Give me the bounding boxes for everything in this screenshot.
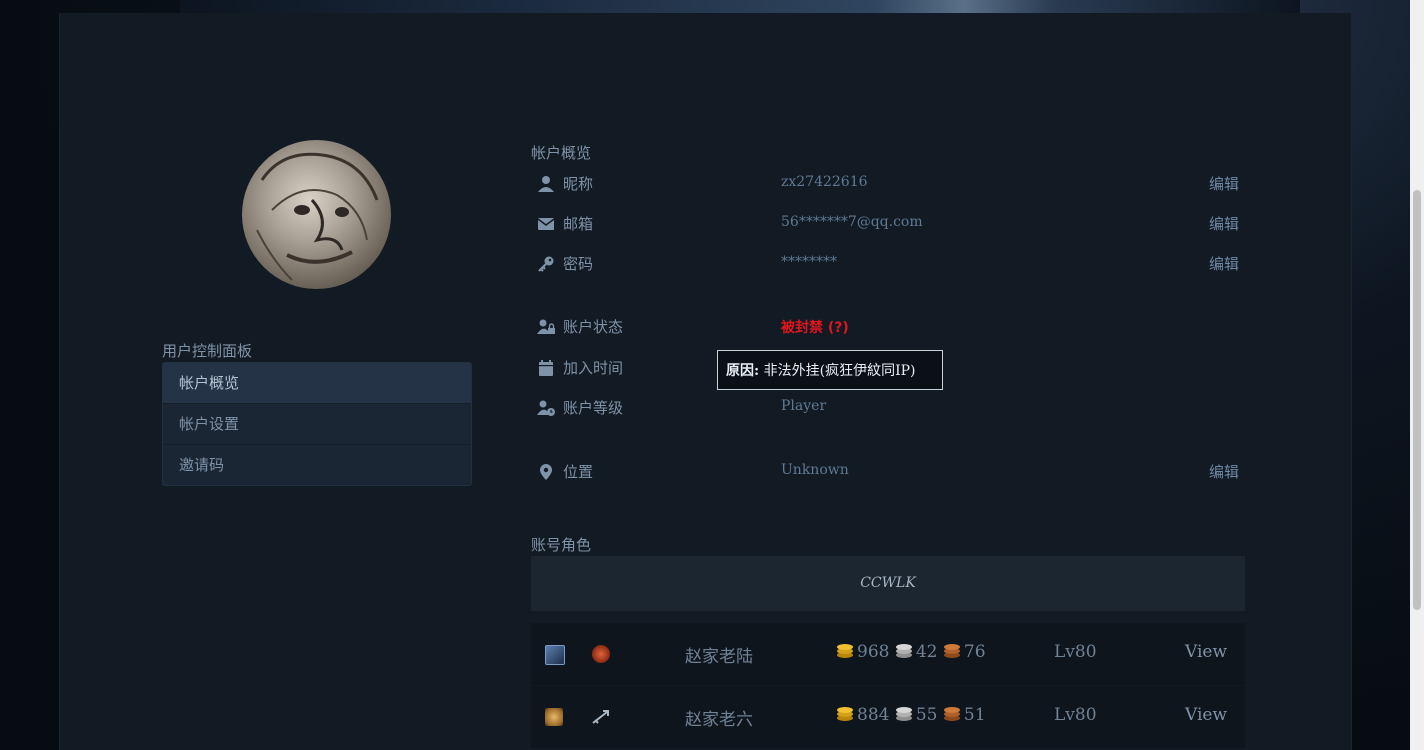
realm-header: CCWLK [531,556,1245,611]
silver-amount: 55 [915,705,938,725]
avatar [242,140,391,289]
character-money: 884 55 51 [836,705,986,725]
nickname-label: 昵称 [563,175,594,193]
silver-coin-icon [895,644,912,658]
silver-coin-icon [895,707,912,721]
copper-amount: 76 [963,642,986,662]
character-name: 赵家老陆 [685,647,753,667]
account-status-row: 账户状态 被封禁 (?) [537,315,1247,339]
ban-reason-tooltip: 原因: 非法外挂(疯狂伊紋同IP) [717,350,943,390]
character-name: 赵家老六 [685,710,753,730]
location-row: 位置 Unknown 编辑 [537,460,1247,484]
account-status-value[interactable]: 被封禁 (?) [781,317,849,337]
calendar-icon [537,359,555,377]
user-clock-icon [537,399,555,417]
view-character-link[interactable]: View [1185,705,1227,725]
shaman-icon [592,645,610,663]
account-status-label: 账户状态 [563,318,624,336]
edit-password-link[interactable]: 编辑 [1209,253,1239,274]
characters-title: 账号角色 [531,536,592,554]
email-row: 邮箱 56*******7@qq.com 编辑 [537,212,1247,236]
location-value: Unknown [781,462,849,478]
user-icon [537,175,555,193]
account-level-row: 账户等级 Player [537,396,1247,420]
character-money: 968 42 76 [836,642,986,662]
background-art [180,0,1300,14]
password-row: 密码 ******** 编辑 [537,252,1247,276]
sidebar-title: 用户控制面板 [162,342,253,360]
nickname-row: 昵称 zx27422616 编辑 [537,172,1247,196]
edit-nickname-link[interactable]: 编辑 [1209,173,1239,194]
key-icon [537,255,555,273]
sidebar-menu: 帐户概览 帐户设置 邀请码 [162,362,472,486]
join-time-label: 加入时间 [563,359,624,377]
edit-email-link[interactable]: 编辑 [1209,213,1239,234]
character-row: 赵家老六 884 55 51 Lv80 View [531,686,1245,748]
envelope-icon [537,215,555,233]
user-lock-icon [537,318,555,336]
draenei-icon [545,645,565,665]
copper-coin-icon [943,644,960,658]
character-level: Lv80 [1054,642,1097,662]
gold-coin-icon [837,644,853,658]
tooltip-text: 非法外挂(疯狂伊紋同IP) [759,363,916,379]
character-row: 赵家老陆 968 42 76 Lv80 View [531,623,1245,685]
sidebar-item-account-overview[interactable]: 帐户概览 [163,363,471,403]
copper-coin-icon [943,707,960,721]
account-level-value: Player [781,398,827,414]
gold-amount: 968 [857,642,890,662]
password-label: 密码 [563,255,594,273]
copper-amount: 51 [963,705,986,725]
page-scrollbar[interactable] [1410,0,1424,750]
overview-title: 帐户概览 [531,144,592,162]
silver-amount: 42 [915,642,938,662]
sidebar-item-account-settings[interactable]: 帐户设置 [163,403,471,444]
password-value: ******** [781,254,837,270]
location-label: 位置 [563,463,594,481]
character-level: Lv80 [1054,705,1097,725]
account-level-label: 账户等级 [563,399,624,417]
tooltip-prefix: 原因: [726,363,760,379]
scrollbar-thumb[interactable] [1413,190,1421,610]
email-label: 邮箱 [563,215,594,233]
view-character-link[interactable]: View [1185,642,1227,662]
nickname-value: zx27422616 [781,174,868,190]
edit-location-link[interactable]: 编辑 [1209,461,1239,482]
email-value: 56*******7@qq.com [781,214,923,230]
hunter-icon [592,708,610,726]
gold-amount: 884 [857,705,890,725]
human-icon [545,708,563,726]
location-pin-icon [537,463,555,481]
sidebar-item-invite-code[interactable]: 邀请码 [163,444,471,485]
gold-coin-icon [837,707,853,721]
